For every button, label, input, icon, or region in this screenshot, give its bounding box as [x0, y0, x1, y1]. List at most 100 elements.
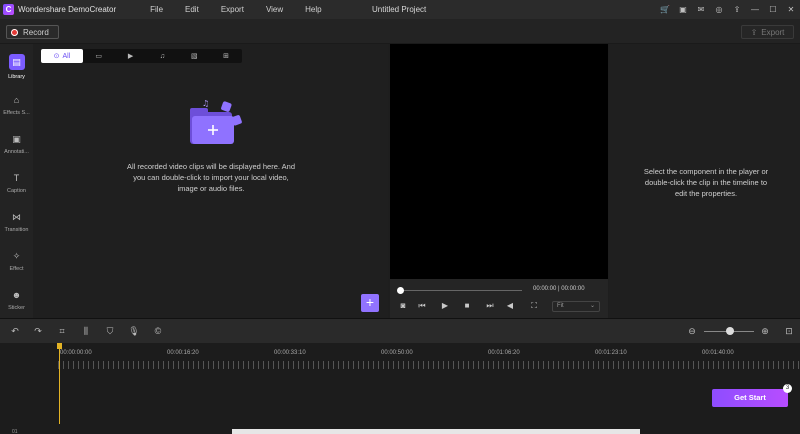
tick-label: 00:00:16:20 — [167, 350, 199, 356]
title-bar: C Wondershare DemoCreator File Edit Expo… — [0, 0, 800, 19]
mail-icon[interactable]: ✉ — [692, 0, 710, 19]
menu-file[interactable]: File — [150, 5, 163, 14]
microphone-icon[interactable]: 🎙 — [128, 325, 140, 337]
sidebar-item-label: Annotati... — [4, 149, 29, 155]
record-dot-icon — [11, 28, 18, 36]
sidebar-item-caption[interactable]: T Caption — [0, 168, 33, 206]
tick-label: 00:01:06:20 — [488, 350, 520, 356]
tick-label: 00:00:33:10 — [274, 350, 306, 356]
media-filter-bar: ⊙ All ▭ ▶ ♫ ▧ ⊞ — [41, 49, 242, 63]
import-add-button[interactable]: + — [361, 294, 379, 312]
menu-export[interactable]: Export — [221, 5, 244, 14]
stop-icon[interactable]: ■ — [461, 299, 473, 313]
all-icon: ⊙ — [53, 53, 60, 60]
video-icon: ▭ — [95, 53, 103, 60]
menu-edit[interactable]: Edit — [185, 5, 199, 14]
export-button[interactable]: ⇪ Export — [741, 25, 794, 39]
annotation-icon: ▣ — [12, 133, 21, 144]
playhead-handle[interactable] — [57, 343, 62, 349]
record-label: Record — [23, 27, 49, 37]
fullscreen-icon[interactable]: ⛶ — [528, 299, 540, 313]
bottom-strip-dark — [640, 429, 800, 434]
support-icon[interactable]: ◎ — [710, 0, 728, 19]
filter-video[interactable]: ▭ — [83, 49, 115, 63]
play-icon[interactable]: ▶ — [439, 299, 451, 313]
skip-back-icon[interactable]: ⏮ — [416, 299, 428, 313]
grid-icon: ⊞ — [223, 53, 230, 60]
sidebar-item-label: Effect — [9, 266, 24, 272]
empty-line: you can double-click to import your loca… — [133, 173, 289, 182]
zoom-slider-knob[interactable] — [726, 327, 734, 335]
progress-track[interactable] — [399, 290, 522, 291]
close-icon[interactable]: ✕ — [782, 0, 800, 19]
music-icon: ♫ — [159, 52, 166, 60]
shield-icon[interactable]: ⛉ — [104, 325, 116, 337]
cart-icon[interactable]: 🛒 — [656, 0, 674, 19]
screen-icon: ▶ — [127, 53, 134, 60]
zoom-in-icon[interactable]: ⊕ — [759, 325, 771, 337]
fit-value: Fit — [557, 303, 564, 309]
sidebar-item-effects-store[interactable]: ⌂ Effects S... — [0, 90, 33, 128]
filter-screen[interactable]: ▶ — [115, 49, 147, 63]
crop-icon[interactable]: ⌗ — [56, 325, 68, 337]
tick-label: 00:01:40:00 — [702, 350, 734, 356]
sidebar-item-label: Library — [8, 74, 25, 80]
maximize-icon[interactable]: ☐ — [764, 0, 782, 19]
volume-icon[interactable]: ◀ — [504, 299, 516, 313]
skip-forward-icon[interactable]: ⏭ — [484, 299, 496, 313]
snapshot-icon[interactable]: ◙ — [397, 299, 409, 313]
filter-audio[interactable]: ♫ — [146, 49, 178, 63]
transition-icon: ⋈ — [12, 211, 21, 222]
app-name: Wondershare DemoCreator — [18, 5, 117, 14]
filter-all[interactable]: ⊙ All — [41, 49, 83, 63]
window-controls: 🛒 ▣ ✉ ◎ ⇪ — ☐ ✕ — [656, 0, 800, 19]
progress-knob[interactable] — [397, 287, 404, 294]
bottom-strip-dark — [0, 429, 232, 434]
sidebar-item-label: Sticker — [8, 305, 25, 311]
fit-timeline-icon[interactable]: ⊡ — [783, 325, 795, 337]
minimize-icon[interactable]: — — [746, 0, 764, 19]
menu-help[interactable]: Help — [305, 5, 321, 14]
transport-controls: ◙ ⏮ ▶ ■ ⏭ ◀ ⛶ Fit ⌄ — [390, 299, 608, 313]
preview-screen[interactable] — [390, 44, 608, 279]
sidebar-item-annotation[interactable]: ▣ Annotati... — [0, 129, 33, 167]
empty-line: image or audio files. — [177, 184, 245, 193]
sidebar-item-effect[interactable]: ✧ Effect — [0, 246, 33, 284]
gift-icon[interactable]: ▣ — [674, 0, 692, 19]
menu-view[interactable]: View — [266, 5, 283, 14]
tick-label: 00:00:50:00 — [381, 350, 413, 356]
record-button[interactable]: Record — [6, 25, 59, 39]
filter-all-label: All — [62, 52, 71, 60]
sidebar-item-label: Effects S... — [3, 110, 30, 116]
filter-image[interactable]: ▧ — [178, 49, 210, 63]
fit-select[interactable]: Fit ⌄ — [552, 301, 600, 312]
svg-text:♫: ♫ — [202, 99, 209, 108]
properties-message: Select the component in the player or do… — [633, 166, 779, 199]
record-bar: Record ⇪ Export — [0, 19, 800, 44]
timecode: 00:00:00 | 00:00:00 — [533, 286, 585, 292]
playhead[interactable] — [59, 343, 60, 424]
sidebar-item-transition[interactable]: ⋈ Transition — [0, 207, 33, 245]
sticker-icon: ☻ — [11, 290, 22, 300]
timeline-toolbar: ↶ ↷ ⌗ ⫼ ⛉ 🎙 © ⊖ ⊕ ⊡ — [0, 318, 800, 343]
bottom-strip — [0, 429, 800, 434]
app-logo-icon: C — [3, 4, 14, 15]
image-icon: ▧ — [190, 53, 198, 60]
zoom-out-icon[interactable]: ⊖ — [686, 325, 698, 337]
media-library-panel: ⊙ All ▭ ▶ ♫ ▧ ⊞ ♫ All recorded video cli… — [33, 44, 388, 318]
properties-line: Select the component in the player or — [643, 167, 769, 176]
get-start-button[interactable]: Get Start — [712, 389, 788, 407]
player-controls: 00:00:00 | 00:00:00 ◙ ⏮ ▶ ■ ⏭ ◀ ⛶ Fit ⌄ — [390, 279, 608, 318]
export-label: Export — [761, 27, 785, 37]
copyright-icon[interactable]: © — [152, 325, 164, 337]
split-icon[interactable]: ⫼ — [80, 325, 92, 337]
menu-bar: File Edit Export View Help — [150, 5, 343, 14]
sidebar-item-library[interactable]: ▤ Library — [0, 48, 33, 86]
redo-icon[interactable]: ↷ — [32, 325, 44, 337]
upload-icon[interactable]: ⇪ — [728, 0, 746, 19]
preview-player: 00:00:00 | 00:00:00 ◙ ⏮ ▶ ■ ⏭ ◀ ⛶ Fit ⌄ — [390, 44, 608, 318]
undo-icon[interactable]: ↶ — [9, 325, 21, 337]
project-title: Untitled Project — [372, 5, 427, 14]
filter-other[interactable]: ⊞ — [210, 49, 242, 63]
notification-badge: 3 — [783, 384, 792, 393]
